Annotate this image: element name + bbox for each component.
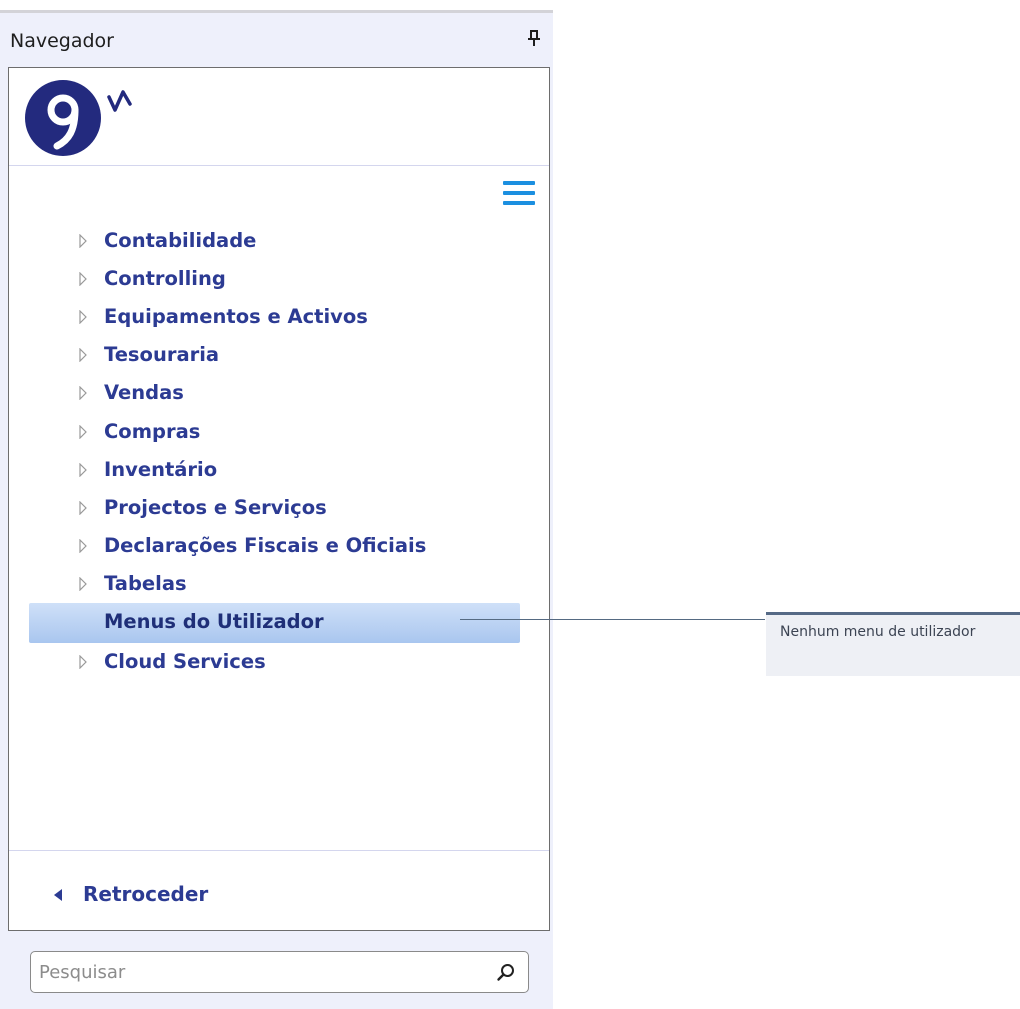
menu-item-controlling[interactable]: Controlling (29, 260, 520, 298)
tooltip: Nenhum menu de utilizador (766, 612, 1020, 676)
menu-item-label: Projectos e Serviços (104, 496, 327, 519)
menu-item-label: Menus do Utilizador (104, 610, 324, 633)
hamburger-menu-icon[interactable] (503, 181, 535, 207)
expand-arrow-icon (79, 577, 87, 591)
menu-item-vendas[interactable]: Vendas (29, 374, 520, 412)
tooltip-text: Nenhum menu de utilizador (780, 624, 976, 640)
menu-item-label: Tabelas (104, 572, 187, 595)
menu-item-label: Vendas (104, 381, 184, 404)
menu-item-label: Declarações Fiscais e Oficiais (104, 534, 427, 557)
navigator-title: Navegador (10, 30, 114, 52)
menu-item-tesouraria[interactable]: Tesouraria (29, 336, 520, 374)
search-box (30, 951, 529, 993)
expand-arrow-icon (79, 234, 87, 248)
menu-item-label: Inventário (104, 458, 218, 481)
navigator-header: Navegador (0, 13, 553, 67)
menu-item-label: Contabilidade (104, 229, 257, 252)
primavera-logo-icon (25, 80, 132, 156)
logo-area (9, 68, 549, 166)
footer-divider (9, 850, 549, 851)
menu-item-contabilidade[interactable]: Contabilidade (29, 222, 520, 260)
expand-arrow-icon (79, 348, 87, 362)
expand-arrow-icon (79, 425, 87, 439)
tooltip-connector-line (460, 619, 765, 620)
menu-item-tabelas[interactable]: Tabelas (29, 565, 520, 603)
expand-arrow-icon (79, 272, 87, 286)
menu-item-label: Tesouraria (104, 343, 220, 366)
menu-item-menus-utilizador[interactable]: Menus do Utilizador (29, 603, 520, 643)
menu-item-projectos[interactable]: Projectos e Serviços (29, 489, 520, 527)
search-icon[interactable] (495, 961, 517, 983)
menu-item-label: Equipamentos e Activos (104, 305, 368, 328)
menu-item-label: Cloud Services (104, 650, 266, 673)
menu-item-equipamentos[interactable]: Equipamentos e Activos (29, 298, 520, 336)
expand-arrow-icon (79, 539, 87, 553)
back-button[interactable]: Retroceder (39, 876, 239, 916)
pin-icon[interactable] (524, 28, 544, 48)
search-input[interactable] (39, 958, 479, 986)
menu-item-cloud-services[interactable]: Cloud Services (29, 643, 520, 681)
expand-arrow-icon (79, 386, 87, 400)
expand-arrow-icon (79, 310, 87, 324)
menu-item-inventario[interactable]: Inventário (29, 451, 520, 489)
back-arrow-icon (54, 889, 62, 901)
menu-item-label: Controlling (104, 267, 226, 290)
navigator-tree: Contabilidade Controlling Equipamentos e… (8, 67, 550, 931)
menu-item-declaracoes[interactable]: Declarações Fiscais e Oficiais (29, 527, 520, 565)
back-button-label: Retroceder (83, 882, 209, 906)
menu-item-compras[interactable]: Compras (29, 413, 520, 451)
expand-arrow-icon (79, 655, 87, 669)
navigator-panel: Navegador Contabilidade Controlling Equi… (0, 10, 553, 1009)
expand-arrow-icon (79, 463, 87, 477)
menu-item-label: Compras (104, 420, 201, 443)
expand-arrow-icon (79, 501, 87, 515)
